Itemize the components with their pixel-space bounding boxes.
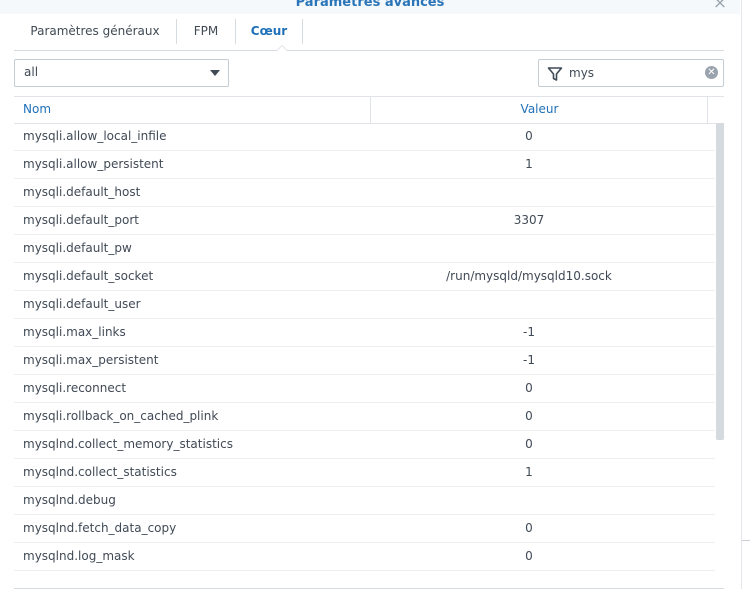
column-divider <box>707 97 708 123</box>
window-edge <box>741 0 750 589</box>
table-row[interactable]: mysqlnd.fetch_data_copy 0 <box>14 515 715 543</box>
tab-core[interactable]: Cœur <box>236 19 303 44</box>
table-row[interactable]: mysqli.allow_persistent 1 <box>14 151 715 179</box>
table-row[interactable]: mysqli.default_pw <box>14 235 715 263</box>
row-name: mysqli.default_user <box>23 297 141 311</box>
row-name: mysqli.allow_local_infile <box>23 129 167 143</box>
row-value[interactable]: 3307 <box>370 213 688 227</box>
row-name: mysqlnd.collect_statistics <box>23 465 177 479</box>
close-icon[interactable]: × <box>711 0 729 12</box>
table-row[interactable]: mysqlnd.debug <box>14 487 715 515</box>
row-value[interactable]: 0 <box>370 437 688 451</box>
row-value[interactable]: 0 <box>370 409 688 423</box>
clear-search-icon[interactable]: ✕ <box>705 66 718 79</box>
table-header: Nom Valeur <box>14 96 724 124</box>
table-row[interactable]: mysqli.default_user <box>14 291 715 319</box>
tab-general-settings[interactable]: Paramètres généraux <box>14 19 177 44</box>
row-name: mysqli.reconnect <box>23 381 127 395</box>
row-value[interactable]: -1 <box>370 325 688 339</box>
table-row[interactable]: mysqli.allow_local_infile 0 <box>14 123 715 151</box>
row-name: mysqli.max_persistent <box>23 353 159 367</box>
row-name: mysqlnd.log_mask <box>23 549 135 563</box>
table-row[interactable]: mysqli.default_host <box>14 179 715 207</box>
row-value[interactable]: 0 <box>370 381 688 395</box>
edge-notch <box>742 540 750 553</box>
row-value[interactable]: 0 <box>370 549 688 563</box>
row-value[interactable]: 0 <box>370 521 688 535</box>
row-name: mysqli.default_port <box>23 213 139 227</box>
row-name: mysqli.max_links <box>23 325 126 339</box>
search-input[interactable]: mys <box>569 66 594 80</box>
row-name: mysqli.default_host <box>23 185 141 199</box>
table-row[interactable]: mysqli.reconnect 0 <box>14 375 715 403</box>
row-value[interactable]: 1 <box>370 157 688 171</box>
active-tab-indicator <box>276 45 288 51</box>
row-name: mysqlnd.debug <box>23 493 116 507</box>
dialog-title: Paramètres avancés <box>295 0 445 10</box>
column-header-name[interactable]: Nom <box>23 97 368 123</box>
tab-fpm[interactable]: FPM <box>177 19 236 44</box>
row-name: mysqli.rollback_on_cached_plink <box>23 409 219 423</box>
table-row[interactable]: mysqli.max_persistent -1 <box>14 347 715 375</box>
table-row[interactable]: mysqlnd.log_mask 0 <box>14 543 715 571</box>
table-body: mysqli.allow_local_infile 0 mysqli.allow_… <box>14 123 715 571</box>
row-name: mysqlnd.collect_memory_statistics <box>23 437 233 451</box>
row-value[interactable]: -1 <box>370 353 688 367</box>
row-value[interactable]: 0 <box>370 129 688 143</box>
row-value[interactable]: 1 <box>370 465 688 479</box>
row-value[interactable]: /run/mysqld/mysqld10.sock <box>370 269 688 283</box>
table-row[interactable]: mysqlnd.collect_statistics 1 <box>14 459 715 487</box>
tab-bar: Paramètres généraux FPM Cœur <box>14 19 724 51</box>
category-select[interactable]: all <box>14 59 229 87</box>
row-name: mysqli.default_pw <box>23 241 132 255</box>
dialog-titlebar: Paramètres avancés <box>0 0 740 14</box>
table-row[interactable]: mysqli.default_port 3307 <box>14 207 715 235</box>
filter-icon <box>547 67 563 81</box>
table-row[interactable]: mysqli.default_socket/run/mysqld/mysqld1… <box>14 263 715 291</box>
row-name: mysqli.default_socket <box>23 269 154 283</box>
chevron-down-icon <box>210 70 220 76</box>
category-select-value: all <box>24 65 39 79</box>
search-filter-field[interactable]: mys ✕ <box>538 59 724 87</box>
row-name: mysqlnd.fetch_data_copy <box>23 521 177 535</box>
column-header-value[interactable]: Valeur <box>370 97 708 123</box>
table-row[interactable]: mysqli.max_links -1 <box>14 319 715 347</box>
table-row[interactable]: mysqlnd.collect_memory_statistics 0 <box>14 431 715 459</box>
table-scrollbar[interactable] <box>716 123 724 440</box>
row-name: mysqli.allow_persistent <box>23 157 164 171</box>
table-row[interactable]: mysqli.rollback_on_cached_plink 0 <box>14 403 715 431</box>
